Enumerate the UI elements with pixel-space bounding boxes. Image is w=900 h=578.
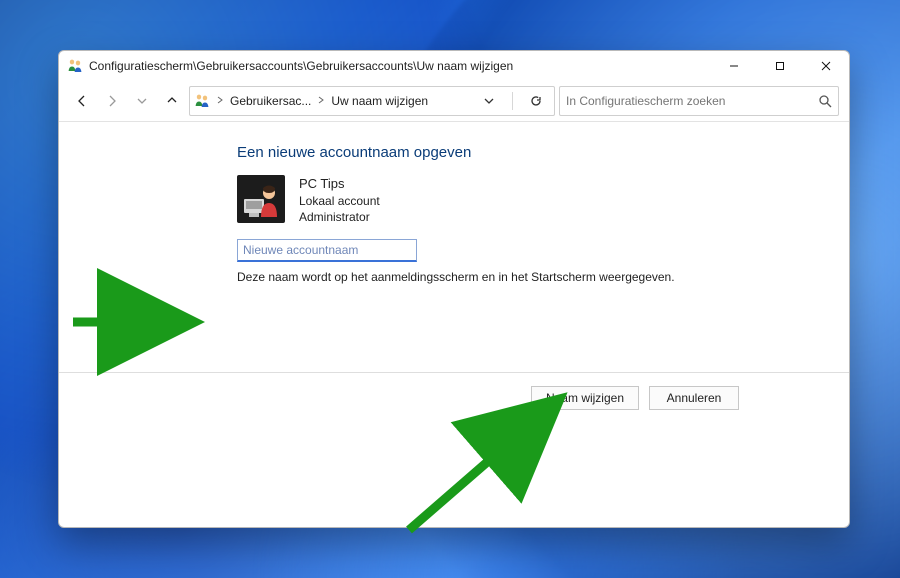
minimize-button[interactable] [711,51,757,81]
new-account-name-input[interactable] [237,239,417,262]
breadcrumb-segment[interactable]: Gebruikersac... [230,94,311,108]
account-role: Administrator [299,209,380,225]
chevron-right-icon[interactable] [317,96,325,107]
address-bar[interactable]: Gebruikersac... Uw naam wijzigen [189,86,555,116]
refresh-button[interactable] [522,87,550,115]
control-panel-window: Configuratiescherm\Gebruikersaccounts\Ge… [58,50,850,528]
nav-up-button[interactable] [159,88,185,114]
content-area: Een nieuwe accountnaam opgeven PC Tips L… [59,122,849,527]
divider [512,92,513,110]
annotation-arrow [69,302,209,345]
search-input[interactable] [566,94,818,108]
user-accounts-icon [67,58,83,74]
divider [59,372,849,373]
change-name-button[interactable]: Naam wijzigen [531,386,639,410]
chevron-right-icon[interactable] [216,96,224,107]
user-accounts-icon [194,93,210,109]
maximize-button[interactable] [757,51,803,81]
account-name: PC Tips [299,175,380,193]
navigation-row: Gebruikersac... Uw naam wijzigen [59,81,849,121]
input-hint: Deze naam wordt op het aanmeldingsscherm… [237,270,815,284]
account-type: Lokaal account [299,193,380,209]
annotation-arrow [389,390,589,543]
window-titlebar[interactable]: Configuratiescherm\Gebruikersaccounts\Ge… [59,51,849,81]
search-icon[interactable] [818,94,832,108]
address-history-dropdown[interactable] [475,87,503,115]
page-heading: Een nieuwe accountnaam opgeven [237,144,815,161]
cancel-button[interactable]: Annuleren [649,386,739,410]
close-button[interactable] [803,51,849,81]
breadcrumb-segment[interactable]: Uw naam wijzigen [331,94,428,108]
window-title: Configuratiescherm\Gebruikersaccounts\Ge… [89,59,513,73]
account-summary: PC Tips Lokaal account Administrator [237,175,815,225]
account-avatar [237,175,285,223]
nav-forward-button[interactable] [99,88,125,114]
action-buttons: Naam wijzigen Annuleren [531,386,739,410]
search-box[interactable] [559,86,839,116]
nav-recent-dropdown[interactable] [129,88,155,114]
nav-back-button[interactable] [69,88,95,114]
